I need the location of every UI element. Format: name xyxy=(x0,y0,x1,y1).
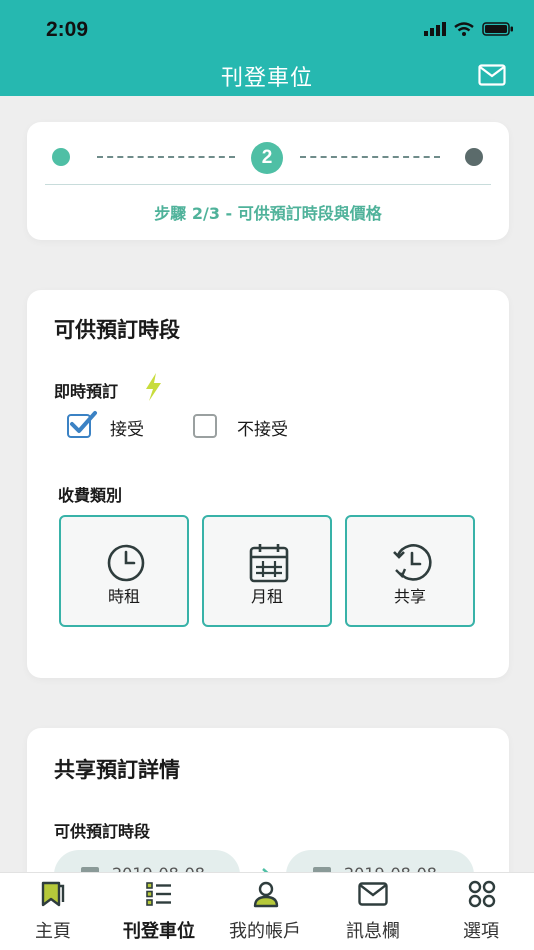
bookmark-icon xyxy=(41,881,65,907)
tab-messages-label: 訊息欄 xyxy=(346,921,400,942)
tab-list-parking-label: 刊登車位 xyxy=(123,921,195,942)
page-title: 刊登車位 xyxy=(220,66,313,91)
step-connector-2 xyxy=(300,156,440,158)
step-label: 步驟 2/3 - 可供預訂時段與價格 xyxy=(154,204,382,223)
reject-checkbox[interactable] xyxy=(193,414,217,438)
status-time: 2:09 xyxy=(46,18,89,41)
tab-options[interactable]: 選項 xyxy=(428,873,534,950)
shared-rent-label: 共享 xyxy=(393,587,426,606)
mail-icon[interactable] xyxy=(478,64,506,86)
list-icon xyxy=(146,882,171,906)
grid-icon xyxy=(468,880,496,908)
booking-card: 可供預訂時段 即時預訂 接受 不接受 收費類別 時租 月租 共享 xyxy=(27,290,509,678)
booking-title: 可供預訂時段 xyxy=(54,318,180,342)
step-3-dot xyxy=(465,148,483,166)
stepper-divider xyxy=(45,184,491,185)
hourly-rent-label: 時租 xyxy=(107,587,140,606)
signal-icon xyxy=(424,22,446,36)
tab-bar: 主頁 刊登車位 我的帳戶 訊息欄 選項 xyxy=(0,872,534,950)
tab-list-parking[interactable]: 刊登車位 xyxy=(106,873,212,950)
step-1-dot xyxy=(52,148,70,166)
tab-home-label: 主頁 xyxy=(35,921,71,942)
tab-account[interactable]: 我的帳戶 xyxy=(212,873,318,950)
lightning-icon xyxy=(146,373,161,401)
charge-type-label: 收費類別 xyxy=(58,486,123,505)
calendar-icon xyxy=(249,544,289,583)
clock-icon xyxy=(107,544,145,582)
history-clock-icon xyxy=(393,544,432,581)
available-period-label: 可供預訂時段 xyxy=(54,822,151,841)
step-2-dot: 2 xyxy=(251,142,283,174)
share-booking-title: 共享預訂詳情 xyxy=(54,758,180,782)
status-icons xyxy=(424,22,514,36)
monthly-rent-button[interactable]: 月租 xyxy=(202,515,332,627)
tab-account-label: 我的帳戶 xyxy=(229,921,301,942)
tab-messages[interactable]: 訊息欄 xyxy=(320,873,426,950)
stepper-card: 2 步驟 2/3 - 可供預訂時段與價格 xyxy=(27,122,509,240)
accept-checkbox[interactable] xyxy=(67,411,97,438)
user-icon xyxy=(253,881,279,908)
tab-options-label: 選項 xyxy=(463,921,499,942)
tab-home[interactable]: 主頁 xyxy=(0,873,106,950)
accept-label: 接受 xyxy=(110,420,144,440)
battery-icon xyxy=(482,22,513,36)
hourly-rent-button[interactable]: 時租 xyxy=(59,515,189,627)
shared-rent-button[interactable]: 共享 xyxy=(345,515,475,627)
nav-bar: 刊登車位 xyxy=(0,56,534,96)
wifi-icon xyxy=(454,22,474,36)
checkmark-icon xyxy=(70,411,97,433)
mail-icon xyxy=(358,882,388,906)
reject-label: 不接受 xyxy=(237,420,288,440)
instant-booking-label: 即時預訂 xyxy=(54,382,119,401)
status-bar: 2:09 xyxy=(0,0,534,56)
step-connector-1 xyxy=(97,156,235,158)
monthly-rent-label: 月租 xyxy=(250,587,283,606)
